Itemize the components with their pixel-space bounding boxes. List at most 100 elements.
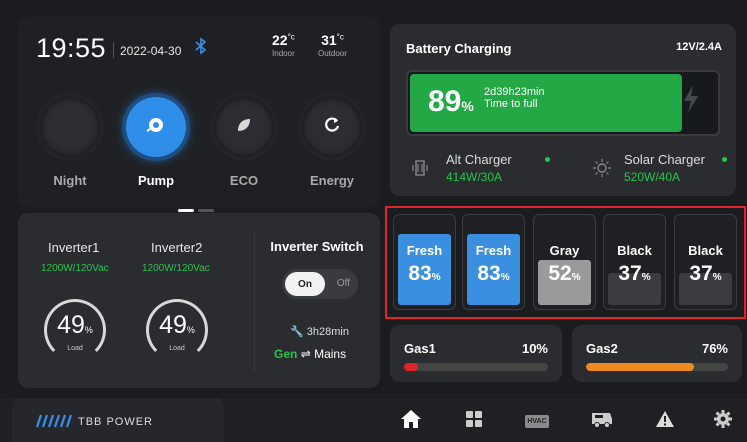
tank-value-unit: %: [431, 272, 441, 283]
tank-name: Black: [617, 243, 652, 258]
moon-icon: [61, 116, 79, 139]
tank-value-unit: %: [712, 272, 722, 283]
gas2-level-fill: [586, 363, 694, 371]
tank-value: 37%: [675, 262, 736, 286]
rv-icon: [590, 409, 614, 434]
alt-charger-name: Alt Charger: [446, 152, 512, 167]
nav-grid-button[interactable]: [459, 408, 489, 434]
solar-charger-name: Solar Charger: [624, 152, 705, 167]
inverter2-load-value: 49: [159, 311, 187, 339]
mode-label-energy: Energy: [309, 173, 355, 188]
nav-home-button[interactable]: [396, 408, 426, 434]
inverter-timer-value: 3h28min: [306, 326, 349, 338]
inverter-switch-title: Inverter Switch: [270, 239, 364, 254]
brand-name: TBB POWER: [78, 416, 154, 428]
indoor-temp-value: 22: [272, 32, 288, 48]
tank-value-number: 83: [408, 262, 432, 285]
inverter-switch-toggle[interactable]: On Off: [282, 269, 358, 299]
solar-charger: Solar Charger 520W/40A: [624, 152, 705, 184]
nav-hvac-button[interactable]: HVAC: [522, 408, 552, 434]
tank-fresh-1[interactable]: Fresh 83%: [393, 214, 456, 310]
solar-charger-value: 520W/40A: [624, 170, 681, 184]
battery-percent-value: 89: [428, 85, 462, 118]
inverter1-load-value: 49: [57, 311, 85, 339]
tank-black-2[interactable]: Black 37%: [674, 214, 737, 310]
battery-title: Battery Charging: [406, 41, 512, 56]
alt-charger-value: 414W/30A: [446, 170, 503, 184]
alt-charger-status-dot: [545, 157, 550, 162]
alt-charger: Alt Charger 414W/30A: [446, 152, 512, 184]
clock: 19:55: [36, 33, 107, 63]
inverter-timer: 🔧 3h28min: [290, 325, 349, 338]
nav-settings-button[interactable]: [708, 408, 738, 434]
toggle-on-label[interactable]: On: [285, 272, 325, 296]
nav-alerts-button[interactable]: [650, 408, 680, 434]
brand-logo-icon: [34, 414, 73, 432]
leaf-icon: [235, 116, 253, 139]
indoor-temperature: 22°c Indoor: [272, 32, 295, 58]
mode-energy-button[interactable]: [302, 97, 362, 157]
outdoor-temperature: 31°c Outdoor: [318, 32, 347, 58]
inverter1-load: 49%: [44, 311, 106, 340]
status-panel: 19:55 2022-04-30 22°c Indoor 31°c Outdoo…: [18, 17, 380, 212]
tank-name: Fresh: [475, 243, 512, 258]
outdoor-temp-value: 31: [321, 32, 337, 48]
gas1-panel[interactable]: Gas1 10%: [390, 325, 562, 382]
gas2-value: 76%: [701, 341, 728, 356]
outdoor-label: Outdoor: [318, 49, 347, 58]
inverter2-value: 1200W/120Vac: [142, 263, 210, 274]
divider: [113, 42, 114, 58]
tank-value-number: 52: [548, 262, 572, 285]
gas2-panel[interactable]: Gas2 76%: [572, 325, 742, 382]
sun-icon: [592, 158, 612, 183]
solar-charger-status-dot: [722, 157, 727, 162]
battery-time-label: Time to full: [484, 98, 538, 110]
tank-fresh-2[interactable]: Fresh 83%: [462, 214, 525, 310]
nav-rv-button[interactable]: [587, 408, 617, 434]
tank-value-number: 37: [689, 262, 713, 285]
inverter1-load-unit: %: [84, 325, 93, 335]
bluetooth-icon[interactable]: [195, 37, 207, 60]
tank-value-unit: %: [500, 272, 510, 283]
tank-name: Fresh: [406, 243, 443, 258]
battery-panel[interactable]: Battery Charging 12V/2.4A 89% 2d39h23min…: [390, 24, 736, 196]
gas2-name: Gas2: [586, 341, 618, 356]
divider: [254, 231, 255, 371]
toggle-off-label[interactable]: Off: [337, 278, 350, 289]
gear-icon: [713, 409, 733, 434]
tank-gray[interactable]: Gray 52%: [533, 214, 596, 310]
battery-time-value: 2d39h23min: [484, 86, 545, 98]
gen-mains-status: Gen ⇌ Mains: [274, 347, 346, 361]
tank-value: 83%: [394, 262, 455, 286]
gas1-value: 10%: [521, 341, 548, 356]
mode-label-pump: Pump: [137, 173, 175, 188]
inverter1-value: 1200W/120Vac: [41, 263, 109, 274]
page-dot-2[interactable]: [198, 209, 214, 212]
page-dot-1[interactable]: [178, 209, 194, 212]
battery-time: 2d39h23min Time to full: [484, 86, 545, 110]
tank-value-unit: %: [571, 272, 581, 283]
tank-value: 83%: [463, 262, 524, 286]
hvac-icon: HVAC: [525, 414, 549, 428]
indoor-temp-unit: °c: [287, 32, 295, 42]
tank-value-unit: %: [641, 272, 651, 283]
warning-icon: [655, 410, 675, 433]
gas1-name: Gas1: [404, 341, 436, 356]
inverter1-load-label: Load: [67, 345, 83, 352]
mains-label: Mains: [314, 347, 347, 361]
battery-percent: 89%: [428, 85, 474, 119]
tank-black-1[interactable]: Black 37%: [603, 214, 666, 310]
mode-pump-button[interactable]: [126, 97, 186, 157]
battery-percent-unit: %: [461, 98, 474, 114]
mode-label-eco: ECO: [229, 173, 259, 188]
inverter1-name: Inverter1: [48, 240, 100, 255]
mode-night-button[interactable]: [40, 97, 100, 157]
outdoor-temp-unit: °c: [336, 32, 344, 42]
battery-level-bar: 89% 2d39h23min Time to full: [406, 70, 720, 136]
tank-name: Black: [688, 243, 723, 258]
tank-name: Gray: [549, 243, 580, 258]
inverter2-name: Inverter2: [151, 240, 203, 255]
mode-eco-button[interactable]: [214, 97, 274, 157]
gas1-level-fill: [404, 363, 419, 371]
gen-label: Gen: [274, 347, 298, 361]
